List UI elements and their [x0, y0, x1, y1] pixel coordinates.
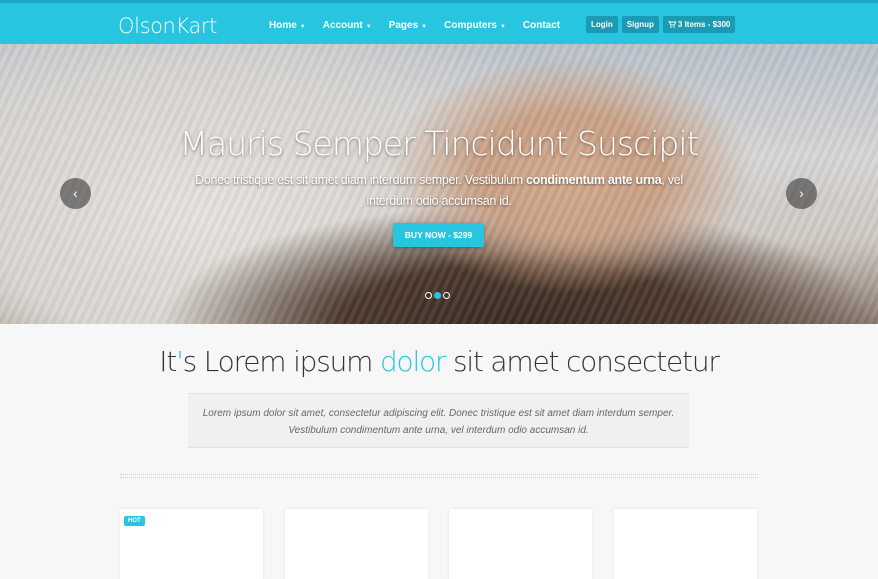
- product-card[interactable]: [449, 509, 592, 579]
- menu-label: Contact: [522, 20, 561, 31]
- divider: [120, 474, 758, 478]
- slider-dots: [425, 292, 450, 299]
- slide-dot-1[interactable]: [425, 292, 432, 299]
- cart-summary: 3 Items - $300: [677, 20, 731, 29]
- hero-desc-text: Donec tristique est sit amet diam interd…: [195, 173, 527, 187]
- product-card[interactable]: HOT: [120, 509, 263, 579]
- auth-buttons: Login Signup 3 Items - $300: [586, 16, 736, 33]
- hero-title: Mauris Semper Tincidunt Suscipit: [179, 124, 700, 163]
- logo[interactable]: OlsonKart: [118, 14, 217, 38]
- hero-desc-bold: condimentum ante urna: [526, 173, 662, 187]
- cart-button[interactable]: 3 Items - $300: [662, 16, 736, 33]
- main-menu: Home ▼ Account ▼ Pages ▼ Computers ▼ Contact: [269, 20, 577, 31]
- menu-item-computers[interactable]: Computers ▼: [444, 20, 506, 31]
- hot-badge: HOT: [124, 516, 145, 526]
- menu-item-contact[interactable]: Contact: [523, 20, 560, 31]
- slide-dot-3[interactable]: [443, 292, 450, 299]
- tagline-accent: dolor: [379, 345, 447, 378]
- caret-down-icon: ▼: [421, 24, 428, 30]
- signup-button[interactable]: Signup: [621, 16, 659, 33]
- caret-down-icon: ▼: [299, 24, 306, 30]
- product-card[interactable]: [285, 509, 428, 579]
- caret-down-icon: ▼: [365, 24, 372, 30]
- menu-item-home[interactable]: Home ▼: [269, 20, 306, 31]
- product-card[interactable]: [614, 509, 757, 579]
- top-navbar: OlsonKart Home ▼ Account ▼ Pages ▼ Computer…: [0, 0, 878, 44]
- shopping-cart-icon: [667, 20, 677, 28]
- menu-item-pages[interactable]: Pages ▼: [389, 20, 427, 31]
- buy-now-button[interactable]: BUY NOW - $299: [393, 223, 484, 247]
- hero-description: Donec tristique est sit amet diam interd…: [175, 170, 703, 212]
- slide-dot-2[interactable]: [434, 292, 441, 299]
- tagline-text: sit amet consectetur: [445, 345, 720, 378]
- tagline-text: s Lorem ipsum: [182, 345, 380, 378]
- menu-label: Computers: [444, 20, 497, 31]
- menu-label: Home: [269, 20, 297, 31]
- tagline-text: It: [159, 345, 177, 378]
- menu-label: Account: [322, 20, 363, 31]
- section-tagline: It's Lorem ipsum dolor sit amet consecte…: [0, 345, 878, 378]
- menu-label: Pages: [388, 20, 419, 31]
- login-button[interactable]: Login: [586, 16, 618, 33]
- chevron-left-icon[interactable]: ‹: [60, 178, 91, 209]
- chevron-right-icon[interactable]: ›: [786, 178, 817, 209]
- caret-down-icon: ▼: [499, 24, 506, 30]
- intro-text: Lorem ipsum dolor sit amet, consectetur …: [188, 393, 689, 448]
- hero-slider: Mauris Semper Tincidunt Suscipit Donec t…: [0, 44, 878, 324]
- menu-item-account[interactable]: Account ▼: [323, 20, 372, 31]
